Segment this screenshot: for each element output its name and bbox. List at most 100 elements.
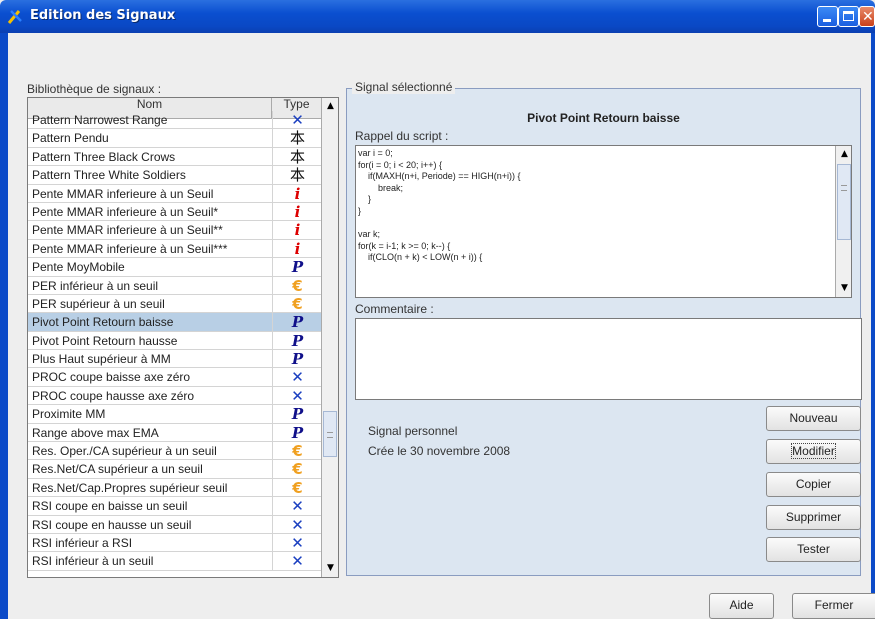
script-area[interactable]: var i = 0; for(i = 0; i < 20; i++) { if(M… [355,145,852,298]
edit-button-label: Modifier [791,443,836,459]
table-row[interactable]: Plus Haut supérieur à MM P [28,350,322,369]
row-name: Pattern Narrowest Range [32,113,168,127]
table-row[interactable]: Pente MMAR inferieure à un Seuil* i [28,202,322,222]
row-name: RSI coupe en hausse un seuil [32,517,192,532]
close-button-label: Fermer [814,598,854,612]
row-name: Pivot Point Retourn baisse [32,315,174,330]
script-scroll-down-icon[interactable]: ▼ [836,280,851,297]
script-line: if(CLO(n + k) < LOW(n + i)) { [358,252,483,263]
row-name: Pivot Point Retourn hausse [32,333,178,348]
p-type-icon: P [272,258,322,277]
signal-date-info: Crée le 30 novembre 2008 [368,444,511,458]
row-name: Pente MMAR inferieure à un Seuil [32,186,214,201]
row-name: Pente MMAR inferieure à un Seuil*** [32,241,228,256]
row-name: Pente MMAR inferieure à un Seuil* [32,204,219,219]
row-name: Pente MMAR inferieure à un Seuil** [32,223,223,238]
table-row[interactable]: RSI coupe en hausse un seuil ✕ [28,515,321,534]
table-row[interactable]: PROC coupe baisse axe zéro ✕ [28,368,322,387]
scroll-up-icon[interactable]: ▲ [322,98,338,115]
table-row[interactable]: PER supérieur à un seuil € [28,294,322,314]
minimize-button[interactable] [817,6,838,27]
row-name: Res.Net/Cap.Propres supérieur seuil [32,480,228,495]
table-row[interactable]: RSI coupe en baisse un seuil ✕ [28,497,322,516]
cross-type-icon: ✕ [272,111,322,129]
help-button-label: Aide [729,598,754,612]
scrollbar-thumb[interactable] [323,411,337,457]
euro-type-icon: € [272,276,322,295]
table-row[interactable]: Pivot Point Retourn baisse P [28,313,322,332]
maximize-button[interactable] [838,6,859,27]
script-scrollbar-thumb[interactable] [837,164,851,240]
edit-button[interactable]: Modifier [766,439,861,464]
script-line: var k; [358,229,381,240]
comment-field[interactable] [355,318,862,400]
row-name: Range above max EMA [32,425,159,440]
library-label: Bibliothèque de signaux : [27,82,162,96]
row-name: RSI inférieur à un seuil [32,554,154,569]
window-frame-left [0,33,8,619]
row-name: PER supérieur à un seuil [32,296,165,311]
script-line: for(k = i-1; k >= 0; k--) { [358,240,451,251]
script-label: Rappel du script : [355,129,449,143]
cross-type-icon: ✕ [272,533,322,552]
script-line: for(i = 0; i < 20; i++) { [358,159,443,170]
script-line: } [358,205,362,216]
row-name: Res.Net/CA supérieur a un seuil [32,462,203,477]
test-button[interactable]: Tester [766,537,861,562]
delete-button[interactable]: Supprimer [766,505,861,530]
scroll-down-icon[interactable]: ▼ [322,560,338,577]
table-row[interactable]: RSI inférieur a RSI ✕ [28,533,322,553]
row-name: Res. Oper./CA supérieur à un seuil [32,444,217,459]
row-name: PER inférieur à un seuil [32,278,159,293]
table-row[interactable]: Pattern Three White Soldiers 本 [28,166,322,185]
row-name: Pattern Three Black Crows [32,149,176,164]
window-frame-right [871,33,875,619]
table-row[interactable]: Pente MMAR inferieure à un Seuil i [28,184,321,203]
help-button[interactable]: Aide [709,593,774,619]
copy-button[interactable]: Copier [766,472,861,497]
p-type-icon: P [272,313,322,332]
table-row[interactable]: Pattern Narrowest Range ✕ [28,111,322,130]
table-row[interactable]: Range above max EMA P [28,423,322,443]
p-type-icon: P [272,423,322,442]
table-row[interactable]: Proximite MM P [28,405,321,424]
table-row[interactable]: Pivot Point Retourn hausse P [28,331,322,351]
row-name: Pente MoyMobile [32,260,125,275]
row-name: RSI coupe en baisse un seuil [32,499,188,514]
comment-label: Commentaire : [355,302,434,316]
info-type-icon: i [272,221,322,240]
table-row[interactable]: PROC coupe hausse axe zéro ✕ [28,386,322,406]
close-window-button[interactable]: ✕ [859,6,875,27]
table-body: Pattern Narrowest Range ✕ Pattern Pendu 本 Pa… [28,111,322,571]
table-row[interactable]: Pattern Three Black Crows 本 [28,147,321,167]
script-line: var i = 0; [358,148,393,158]
euro-type-icon: € [272,294,322,313]
table-row[interactable]: PER inférieur à un seuil € [28,276,322,295]
table-row[interactable]: Pente MoyMobile P [28,258,322,277]
table-row[interactable]: Pente MMAR inferieure à un Seuil*** i [28,239,321,259]
close-button[interactable]: Fermer [792,593,875,619]
window-title: Edition des Signaux [30,8,176,23]
script-scroll-up-icon[interactable]: ▲ [836,146,851,163]
row-name: Plus Haut supérieur à MM [32,352,171,367]
library-scrollbar[interactable]: ▲ ▼ [321,98,338,577]
table-row[interactable]: RSI inférieur à un seuil ✕ [28,552,321,571]
table-row[interactable]: Pattern Pendu 本 [28,129,321,148]
table-row[interactable]: Res. Oper./CA supérieur à un seuil € [28,442,321,461]
cross-type-icon: ✕ [272,386,322,405]
cross-type-icon: ✕ [272,368,322,387]
pattern-type-icon: 本 [272,166,322,185]
p-type-icon: P [272,350,322,369]
signal-library-table[interactable]: Nom Type Pattern Narrowest Range ✕ Pattern… [27,97,339,578]
p-type-icon: P [272,331,322,350]
table-row[interactable]: Pente MMAR inferieure à un Seuil** i [28,221,322,240]
script-scrollbar[interactable]: ▲ ▼ [835,146,851,297]
script-line: break; [358,182,404,193]
signal-title: Pivot Point Retourn baisse [527,111,680,125]
info-type-icon: i [272,202,322,221]
cross-type-icon: ✕ [272,497,322,516]
table-row[interactable]: Res.Net/CA supérieur a un seuil € [28,460,321,479]
script-text[interactable]: var i = 0; for(i = 0; i < 20; i++) { if(M… [358,148,836,264]
new-button[interactable]: Nouveau [766,406,861,431]
table-row[interactable]: Res.Net/Cap.Propres supérieur seuil € [28,478,321,498]
